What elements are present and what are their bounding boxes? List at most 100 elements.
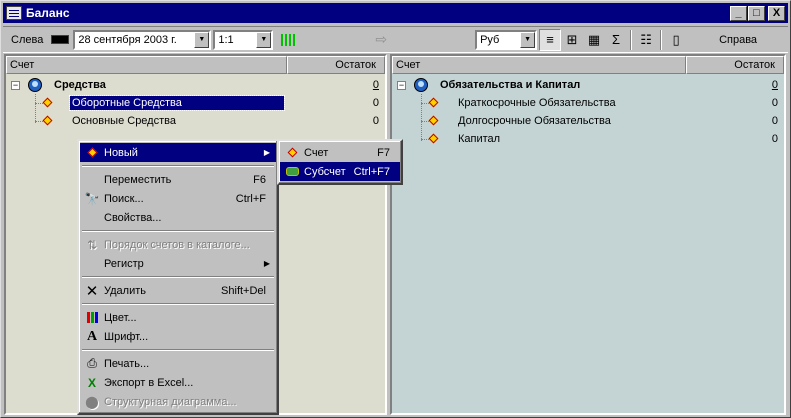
menu-shortcut: Ctrl+F7 bbox=[353, 165, 390, 178]
menu-item-register[interactable]: Регистр ▶ bbox=[80, 254, 276, 273]
account-icon bbox=[42, 97, 53, 108]
menu-label: Новый bbox=[104, 146, 138, 159]
account-icon bbox=[428, 97, 439, 108]
title-bar[interactable]: Баланс _ □ X bbox=[3, 3, 788, 23]
collapse-icon[interactable]: − bbox=[11, 80, 20, 90]
currency-value: Руб bbox=[480, 33, 500, 46]
menu-label: Цвет... bbox=[104, 311, 137, 324]
window-app-icon[interactable] bbox=[6, 6, 22, 20]
column-account[interactable]: Счет bbox=[392, 56, 686, 74]
menu-item-account-order: ⇅ Порядок счетов в каталоге... bbox=[80, 235, 276, 254]
chevron-down-icon[interactable]: ▼ bbox=[520, 31, 536, 48]
left-color-swatch[interactable] bbox=[51, 35, 70, 44]
tree-row-short-term-liabilities[interactable]: Краткосрочные Обязательства 0 bbox=[392, 94, 784, 112]
menu-item-new[interactable]: Новый ▶ bbox=[80, 143, 276, 162]
menu-item-search[interactable]: 🔭 Поиск... Ctrl+F bbox=[80, 189, 276, 208]
globe-icon bbox=[28, 78, 42, 92]
tree-row-current-assets[interactable]: Оборотные Средства 0 bbox=[6, 94, 385, 112]
menu-shortcut: F6 bbox=[253, 173, 266, 186]
menu-label: Свойства... bbox=[104, 211, 162, 224]
book-icon[interactable]: ▯ bbox=[665, 29, 687, 51]
row-label: Основные Средства bbox=[72, 115, 176, 127]
window-title: Баланс bbox=[26, 6, 70, 20]
scale-value: 1:1 bbox=[218, 33, 234, 46]
menu-item-move[interactable]: Переместить F6 bbox=[80, 170, 276, 189]
menu-shortcut: F7 bbox=[377, 146, 390, 159]
tree-row-liabilities-capital[interactable]: − Обязательства и Капитал 0 bbox=[392, 76, 784, 94]
chevron-down-icon[interactable]: ▼ bbox=[256, 31, 272, 48]
menu-label: Экспорт в Excel... bbox=[104, 376, 194, 389]
menu-label: Структурная диаграмма... bbox=[104, 395, 237, 408]
tree-row-fixed-assets[interactable]: Основные Средства 0 bbox=[6, 112, 385, 130]
globe-icon bbox=[414, 78, 428, 92]
excel-icon: X bbox=[87, 375, 96, 390]
menu-label: Порядок счетов в каталоге... bbox=[104, 238, 250, 251]
menu-item-export-excel[interactable]: X Экспорт в Excel... bbox=[80, 373, 276, 392]
submenu-item-account[interactable]: Счет F7 bbox=[280, 143, 400, 162]
color-bars-icon bbox=[84, 310, 100, 326]
menu-label: Шрифт... bbox=[104, 330, 149, 343]
column-balance[interactable]: Остаток bbox=[287, 56, 385, 74]
minimize-button[interactable]: _ bbox=[730, 5, 747, 21]
date-combo[interactable]: 28 сентября 2003 г. ▼ bbox=[73, 29, 212, 50]
menu-shortcut: Ctrl+F bbox=[235, 192, 266, 205]
account-icon bbox=[428, 133, 439, 144]
column-account[interactable]: Счет bbox=[6, 56, 287, 74]
columns-icon[interactable]: ▦ bbox=[583, 29, 605, 51]
row-label: Краткосрочные Обязательства bbox=[458, 97, 616, 109]
row-value: 0 bbox=[771, 79, 778, 91]
row-label: Обязательства и Капитал bbox=[440, 79, 581, 91]
row-label: Долгосрочные Обязательства bbox=[458, 115, 611, 127]
close-button[interactable]: X bbox=[768, 5, 785, 21]
menu-item-color[interactable]: Цвет... bbox=[80, 308, 276, 327]
menu-label: Регистр bbox=[104, 257, 144, 270]
grid-icon[interactable]: ⊞ bbox=[561, 29, 583, 51]
green-bars-icon[interactable] bbox=[281, 33, 296, 46]
row-label: Оборотные Средства bbox=[69, 95, 285, 111]
left-label: Слева bbox=[11, 33, 44, 46]
menu-item-structure-diagram: ⬤ Структурная диаграмма... bbox=[80, 392, 276, 411]
menu-separator bbox=[82, 230, 274, 232]
diagram-icon: ⬤ bbox=[85, 394, 99, 409]
menu-label: Печать... bbox=[104, 357, 150, 370]
row-label: Капитал bbox=[458, 133, 501, 145]
scale-combo[interactable]: 1:1 ▼ bbox=[213, 29, 274, 50]
row-value: 0 bbox=[372, 79, 379, 91]
chevron-down-icon[interactable]: ▼ bbox=[194, 31, 210, 48]
right-column-header: Счет Остаток bbox=[392, 56, 784, 74]
collapse-icon[interactable]: − bbox=[397, 80, 406, 90]
arrow-right-icon[interactable]: ⇨ bbox=[375, 31, 387, 48]
align-icon[interactable]: ≡ bbox=[539, 28, 562, 51]
menu-item-font[interactable]: A Шрифт... bbox=[80, 327, 276, 346]
tree-row-capital[interactable]: Капитал 0 bbox=[392, 130, 784, 148]
account-icon bbox=[84, 145, 100, 161]
column-balance[interactable]: Остаток bbox=[686, 56, 784, 74]
subaccount-icon bbox=[284, 164, 300, 180]
context-menu: Новый ▶ Переместить F6 🔭 Поиск... Ctrl+F… bbox=[77, 139, 279, 415]
submenu-arrow-icon: ▶ bbox=[263, 259, 270, 268]
right-label: Справа bbox=[719, 33, 758, 46]
menu-item-delete[interactable]: ✕ Удалить Shift+Del bbox=[80, 281, 276, 300]
toolbar-separator bbox=[660, 29, 663, 50]
menu-label: Субсчет bbox=[304, 165, 346, 178]
maximize-button[interactable]: □ bbox=[748, 5, 765, 21]
tree-row-long-term-liabilities[interactable]: Долгосрочные Обязательства 0 bbox=[392, 112, 784, 130]
currency-combo[interactable]: Руб ▼ bbox=[475, 29, 538, 50]
account-icon bbox=[284, 145, 300, 161]
submenu-item-subaccount[interactable]: Субсчет Ctrl+F7 bbox=[280, 162, 400, 181]
menu-item-properties[interactable]: Свойства... bbox=[80, 208, 276, 227]
account-icon bbox=[428, 115, 439, 126]
filter-icon[interactable]: ☷ bbox=[635, 29, 657, 51]
tree-row-assets[interactable]: − Средства 0 bbox=[6, 76, 385, 94]
left-tree: − Средства 0 Оборотные Средства 0 Основн… bbox=[6, 76, 385, 130]
right-tree-pane[interactable]: Счет Остаток − Обязательства и Капитал 0… bbox=[390, 54, 786, 415]
new-submenu: Счет F7 Субсчет Ctrl+F7 bbox=[277, 139, 403, 185]
sum-icon[interactable]: Σ bbox=[605, 29, 627, 51]
toolbar-separator bbox=[630, 29, 633, 50]
row-label: Средства bbox=[54, 79, 106, 91]
submenu-arrow-icon: ▶ bbox=[263, 148, 270, 157]
account-icon bbox=[42, 115, 53, 126]
menu-shortcut: Shift+Del bbox=[221, 284, 266, 297]
menu-separator bbox=[82, 303, 274, 305]
menu-item-print[interactable]: ⎙ Печать... bbox=[80, 354, 276, 373]
